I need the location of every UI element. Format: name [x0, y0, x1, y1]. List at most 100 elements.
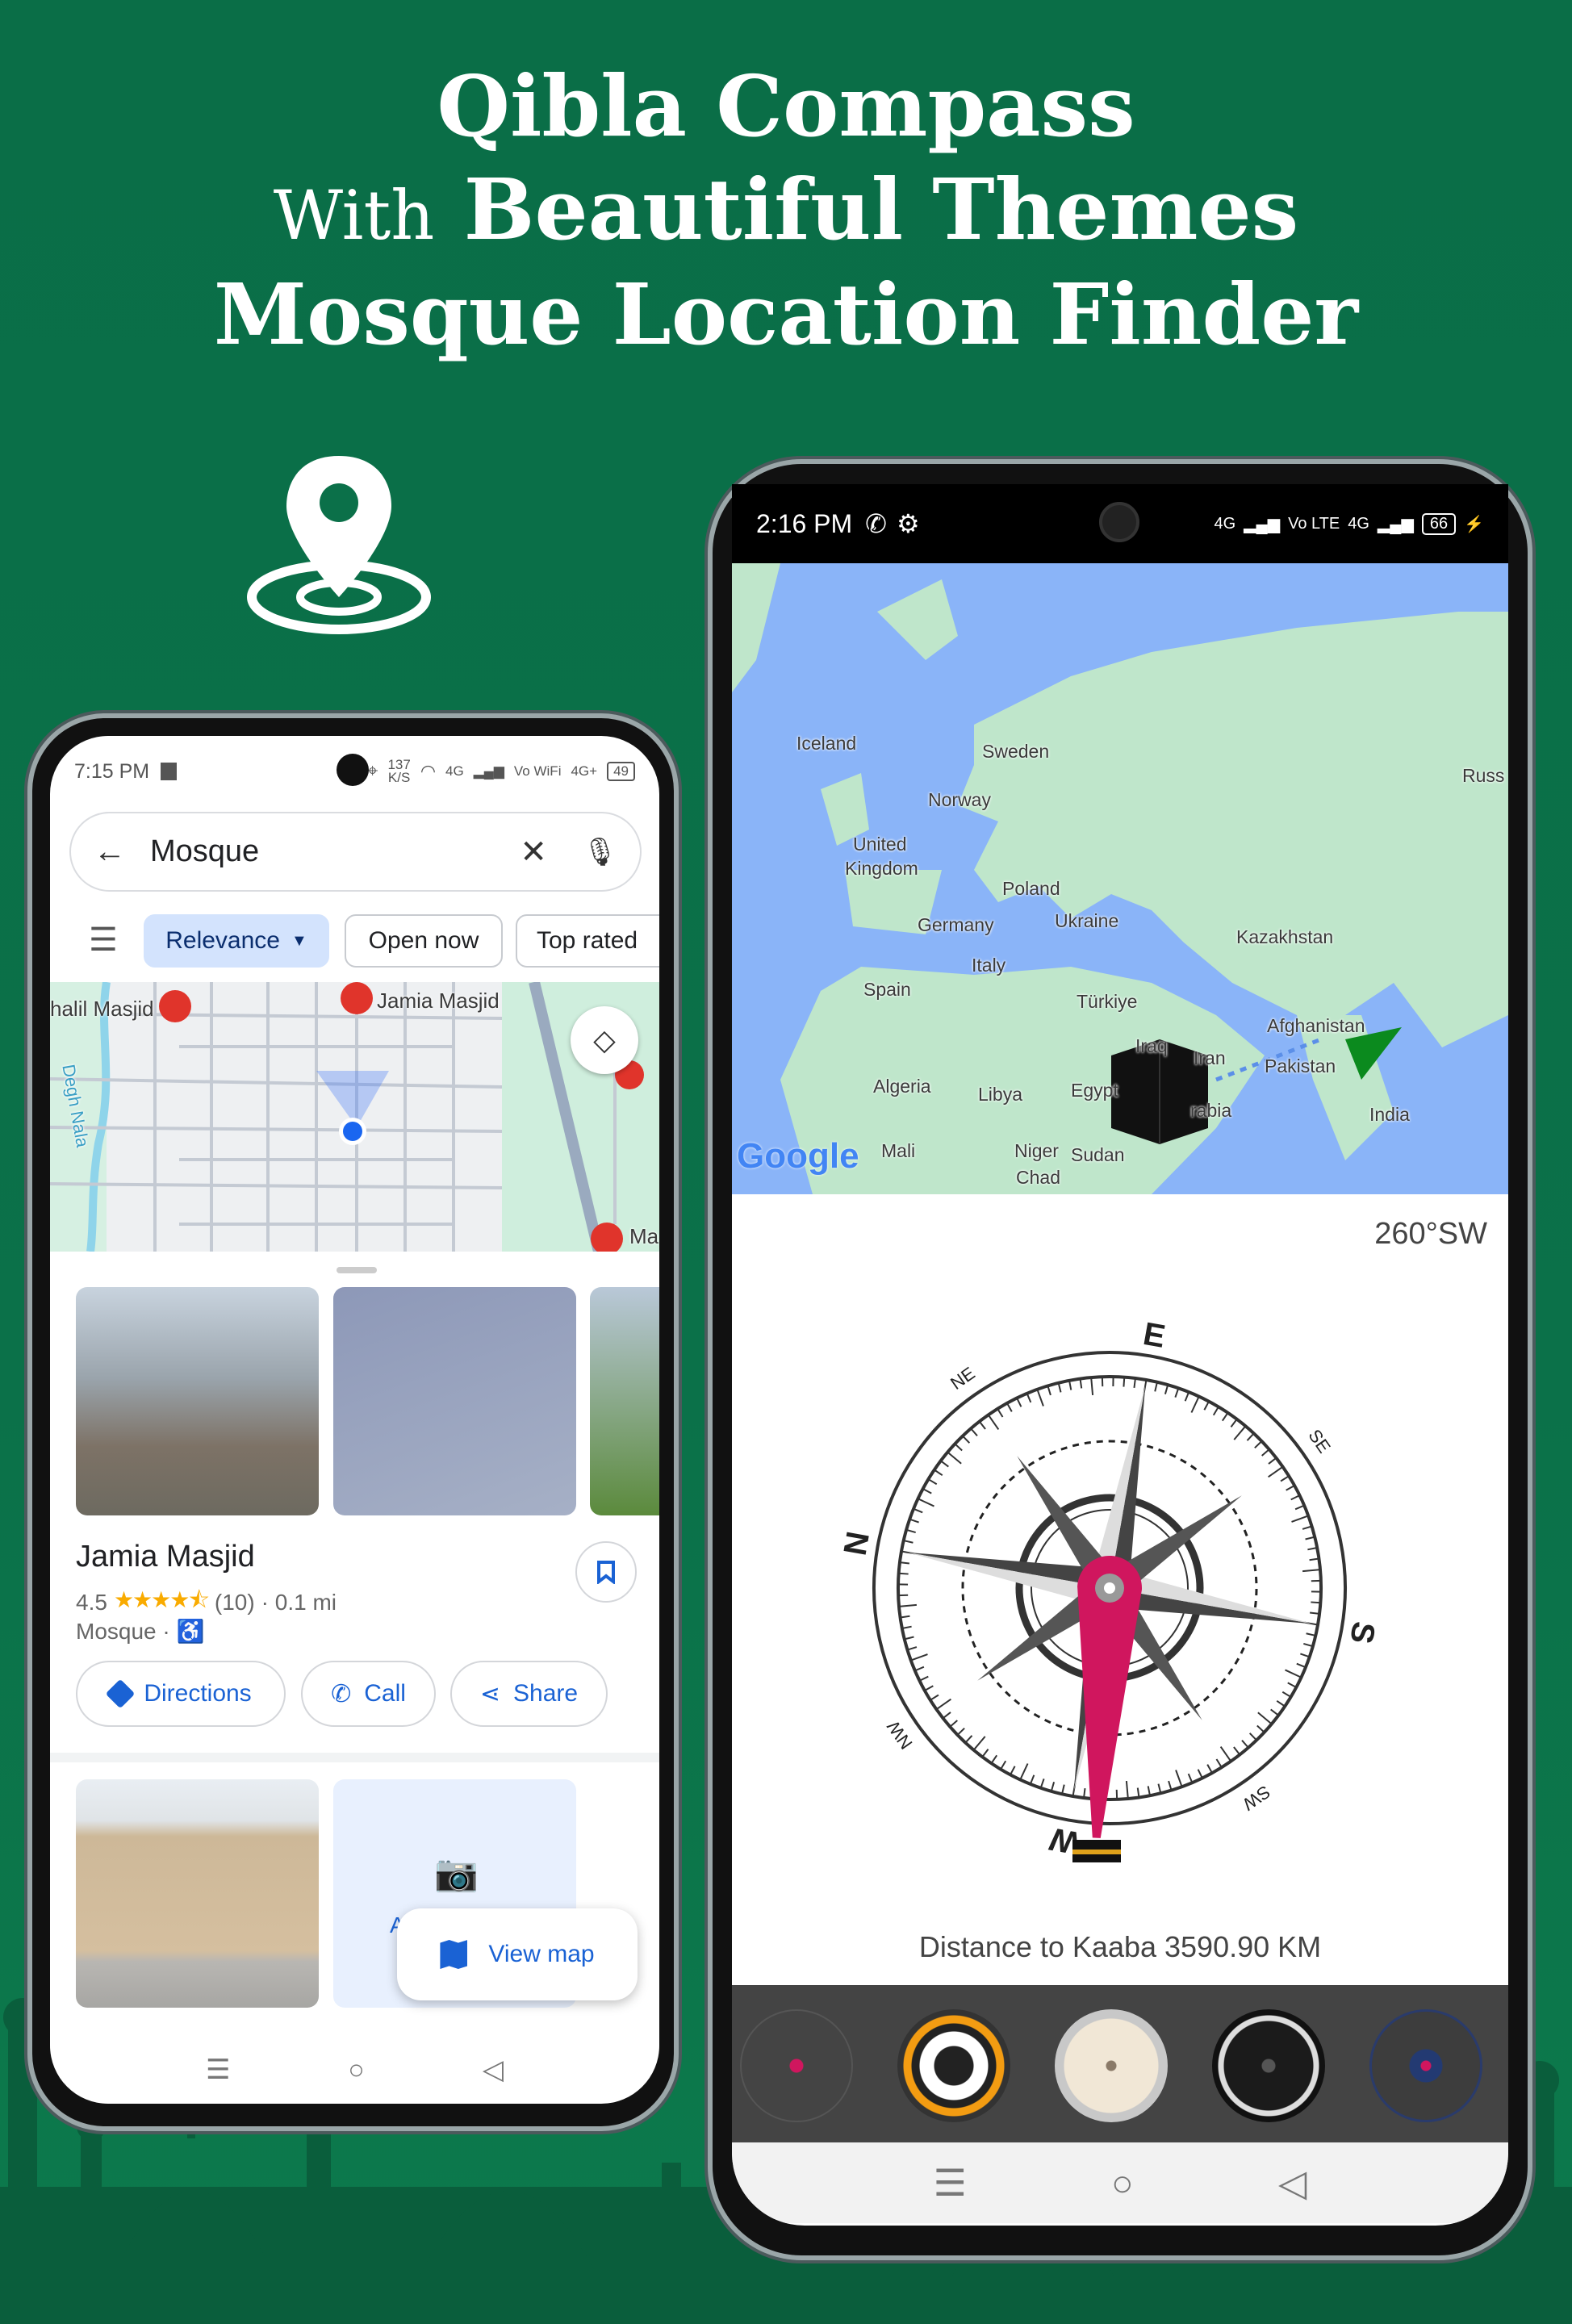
compass-tick [1206, 1764, 1213, 1774]
signal-icon-2: ▂▄▆ [1377, 515, 1414, 533]
map-country-label: Iraq [1135, 1035, 1168, 1056]
compass-tick [1286, 1485, 1295, 1491]
compass-tick [1154, 1381, 1158, 1392]
compass-label: S [1343, 1619, 1382, 1646]
view-map-button[interactable]: View map [397, 1908, 638, 2000]
compass-tick [970, 1427, 978, 1436]
home-button[interactable]: ○ [348, 2054, 365, 2086]
compass-tick [1061, 1784, 1065, 1795]
theme-selector-strip [732, 1985, 1508, 2142]
directions-button[interactable]: Directions [76, 1661, 286, 1727]
google-logo: Google [737, 1136, 859, 1176]
home-button[interactable]: ○ [1111, 2161, 1134, 2205]
map-country-label: Germany [918, 914, 994, 935]
map-country-label: Kingdom [845, 858, 918, 879]
compass-tick [1280, 1475, 1290, 1482]
local-map[interactable]: halil Masjid Jamia Masjid Degh Nala Ma ◇ [50, 982, 659, 1252]
compass-tick [1287, 1682, 1297, 1688]
place-photo[interactable] [76, 1779, 319, 2008]
compass-tick [1029, 1774, 1035, 1785]
map-layers-button[interactable]: ◇ [571, 1006, 638, 1074]
compass-tick [1212, 1406, 1219, 1416]
map-country-label: Algeria [873, 1076, 931, 1097]
compass-tick [1174, 1387, 1180, 1398]
headline-line-2: With Beautiful Themes [0, 160, 1572, 259]
theme-navy[interactable] [1369, 2009, 1482, 2122]
back-button[interactable]: ◁ [1278, 2161, 1307, 2205]
charging-icon: ⚡ [1464, 515, 1484, 533]
compass-tick [1248, 1733, 1257, 1741]
compass-tick [940, 1460, 949, 1468]
map-label: Ma [629, 1224, 659, 1248]
map-country-label: Spain [863, 979, 911, 1000]
share-button[interactable]: ⋖ Share [450, 1661, 608, 1727]
compass-tick [1276, 1699, 1286, 1707]
map-country-label: Iceland [796, 733, 857, 754]
compass-tick [1296, 1662, 1307, 1669]
map-country-label: Türkiye [1077, 991, 1138, 1012]
search-bar[interactable]: ← Mosque ✕ 🎙 [69, 812, 642, 892]
clear-search-icon[interactable]: ✕ [520, 834, 547, 871]
call-button[interactable]: ✆ Call [301, 1661, 436, 1727]
dropdown-arrow-icon: ▼ [291, 931, 307, 950]
headline-line-1: Qibla Compass [437, 56, 1135, 156]
location-status-icon: ⌖ [366, 760, 378, 782]
theme-black[interactable] [1212, 2009, 1325, 2122]
compass-label: SW [1239, 1782, 1274, 1815]
location-pin-icon [247, 456, 431, 634]
recent-apps-button[interactable]: ☰ [934, 2161, 967, 2205]
place-category-row: Mosque · ♿ [76, 1618, 204, 1645]
compass-tick [1230, 1419, 1238, 1427]
compass-tick [954, 1443, 963, 1452]
compass-tick [918, 1498, 934, 1507]
status-bar: 2:16 PM ✆ ⚙ 4G ▂▄▆ Vo LTE 4G ▂▄▆ 66 ⚡ [732, 484, 1508, 563]
place-rating-row: 4.5 ★★★★⯪ (10) · 0.1 mi [76, 1583, 337, 1622]
map-country-label: Ukraine [1055, 910, 1119, 931]
map-country-label: Egypt [1071, 1080, 1118, 1101]
search-input[interactable]: Mosque [150, 834, 259, 869]
compass-tick [1256, 1724, 1265, 1733]
place-photo[interactable] [590, 1287, 659, 1515]
compass-tick [1125, 1780, 1129, 1799]
compass-tick [1036, 1389, 1044, 1407]
network-4g-icon-2: 4G [1348, 514, 1369, 533]
compass-label: E [1140, 1316, 1168, 1355]
compass-tick [1285, 1669, 1302, 1678]
recent-apps-button[interactable]: ☰ [206, 2054, 230, 2086]
chip-open-now[interactable]: Open now [345, 914, 503, 968]
map-country-label: Pakistan [1265, 1055, 1336, 1076]
share-icon: ⋖ [479, 1680, 501, 1707]
back-button[interactable]: ◁ [483, 2054, 504, 2086]
qibla-world-map[interactable]: Iceland Sweden Norway United Kingdom Poland Ge… [732, 563, 1508, 1194]
compass-tick [1257, 1712, 1273, 1725]
compass-tick [1184, 1391, 1190, 1402]
place-photo[interactable] [76, 1287, 319, 1515]
save-bookmark-button[interactable] [575, 1541, 637, 1603]
compass-tick [924, 1685, 934, 1691]
theme-classic[interactable] [740, 2009, 853, 2122]
map-country-label: Sweden [982, 741, 1050, 762]
sheet-drag-handle[interactable] [337, 1267, 377, 1273]
place-name[interactable]: Jamia Masjid [76, 1540, 255, 1574]
review-count: (10) [214, 1590, 255, 1615]
place-photo[interactable] [333, 1287, 576, 1515]
compass-tick [909, 1518, 919, 1524]
qibla-compass-dial: NNEESESSWWNW [838, 1316, 1382, 1862]
back-arrow-icon[interactable]: ← [94, 834, 126, 870]
mic-icon[interactable]: 🎙 [583, 836, 617, 868]
google-maps-screen: 7:15 PM ⌖ 137 K/S ◠ 4G ▂▄▆ Vo WiFi 4G+ 49… [50, 736, 659, 2104]
chip-relevance[interactable]: Relevance ▼ [144, 914, 329, 968]
kaaba-icon [1072, 1840, 1121, 1862]
chip-top-rated[interactable]: Top rated [516, 914, 659, 968]
compass-tick [956, 1727, 965, 1736]
android-nav-bar: ☰ ○ ◁ [732, 2142, 1508, 2223]
theme-vintage[interactable] [1055, 2009, 1168, 2122]
theme-orange[interactable] [897, 2009, 1010, 2122]
compass-tick [1233, 1746, 1241, 1756]
filter-settings-icon[interactable]: ☰ [89, 922, 118, 959]
map-icon [440, 1940, 468, 1969]
map-country-label: Mali [881, 1140, 916, 1161]
camera-hole [1099, 502, 1139, 542]
compass-tick [1281, 1691, 1292, 1698]
compass-tick [913, 1507, 923, 1514]
